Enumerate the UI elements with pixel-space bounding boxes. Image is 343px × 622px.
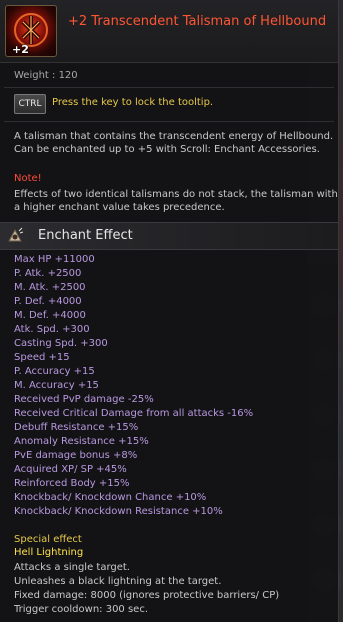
special-effect-line: Fixed damage: 8000 (ignores protective b… xyxy=(14,590,280,601)
item-weight: Weight : 120 xyxy=(14,70,78,81)
item-tooltip: +2 +2 Transcendent Talisman of Hellbound… xyxy=(0,0,339,622)
stat-line: P. Def. +4000 xyxy=(14,296,82,307)
stat-line: P. Atk. +2500 xyxy=(14,268,82,279)
stat-line: PvE damage bonus +8% xyxy=(14,450,138,461)
enchant-effect-title: Enchant Effect xyxy=(38,228,133,243)
stat-line: Knockback/ Knockdown Resistance +10% xyxy=(14,506,223,517)
stat-line: Received Critical Damage from all attack… xyxy=(14,408,254,419)
stat-line: Speed +15 xyxy=(14,352,70,363)
stat-line: Max HP +11000 xyxy=(14,254,95,265)
stat-line: M. Atk. +2500 xyxy=(14,282,86,293)
note-label: Note! xyxy=(14,173,42,184)
enchant-level-badge: +2 xyxy=(12,43,29,56)
enchant-effect-header: Enchant Effect xyxy=(0,222,338,250)
special-effect-name: Hell Lightning xyxy=(14,547,84,558)
note-text: Effects of two identical talismans do no… xyxy=(14,189,338,213)
special-effect-line: Attacks a single target. xyxy=(14,562,130,573)
stat-line: Anomaly Resistance +15% xyxy=(14,436,149,447)
stat-line: M. Def. +4000 xyxy=(14,310,86,321)
item-name: +2 Transcendent Talisman of Hellbound xyxy=(68,14,327,29)
stat-line: Debuff Resistance +15% xyxy=(14,422,139,433)
stat-line: Acquired XP/ SP +45% xyxy=(14,464,127,475)
stat-line: Atk. Spd. +300 xyxy=(14,324,90,335)
enchant-stat-list: Max HP +11000 P. Atk. +2500 M. Atk. +250… xyxy=(14,253,253,519)
lock-tooltip-hint: Press the key to lock the tooltip. xyxy=(52,97,214,108)
stat-line: Casting Spd. +300 xyxy=(14,338,108,349)
enchant-effect-icon xyxy=(8,227,24,242)
special-effect-label: Special effect xyxy=(14,534,82,545)
stat-line: Received PvP damage -25% xyxy=(14,394,154,405)
stat-line: M. Accuracy +15 xyxy=(14,380,99,391)
tooltip-header: +2 +2 Transcendent Talisman of Hellbound xyxy=(0,0,338,63)
stat-line: Knockback/ Knockdown Chance +10% xyxy=(14,492,207,503)
special-effect-lines: Attacks a single target. Unleashes a bla… xyxy=(14,561,279,617)
divider xyxy=(4,87,334,88)
special-effect-line: Unleashes a black lightning at the targe… xyxy=(14,576,222,587)
stat-line: Reinforced Body +15% xyxy=(14,478,130,489)
item-description: A talisman that contains the transcenden… xyxy=(14,131,334,155)
special-effect-line: Trigger cooldown: 300 sec. xyxy=(14,604,149,615)
hellbound-talisman-icon: +2 xyxy=(5,5,57,57)
ctrl-key-button[interactable]: CTRL xyxy=(14,94,46,114)
stat-line: P. Accuracy +15 xyxy=(14,366,95,377)
divider xyxy=(4,121,334,122)
